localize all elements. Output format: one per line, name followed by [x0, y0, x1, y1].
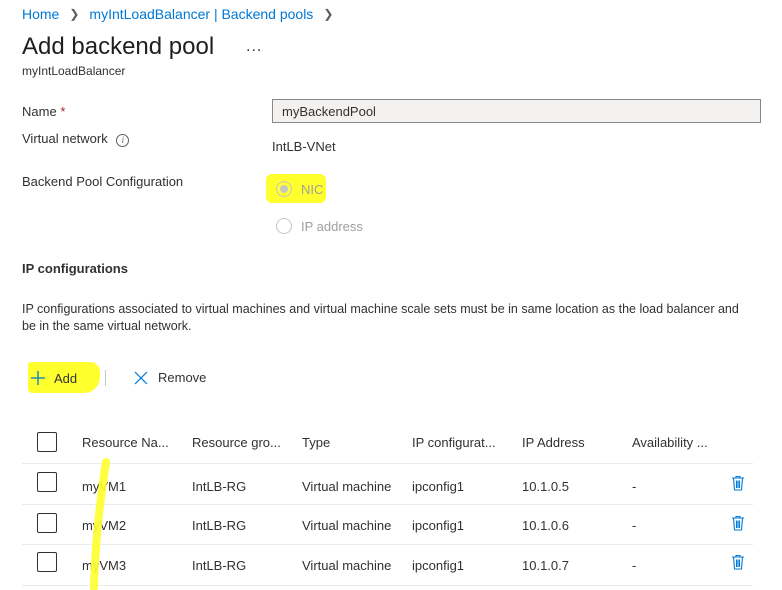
ip-configurations-title: IP configurations [22, 261, 128, 276]
radio-ip-address-button[interactable] [276, 218, 292, 234]
page-subtitle: myIntLoadBalancer [22, 64, 126, 78]
row-checkbox[interactable] [37, 472, 57, 492]
plus-icon [31, 371, 45, 385]
name-input[interactable] [272, 99, 761, 123]
cell-ip-configuration: ipconfig1 [412, 558, 465, 573]
table-row: myVM2 IntLB-RG Virtual machine ipconfig1… [22, 505, 753, 544]
name-label: Name * [22, 104, 65, 119]
toolbar-divider [105, 370, 106, 386]
cell-availability: - [632, 479, 637, 494]
chevron-right-icon: ❯ [69, 7, 80, 21]
add-button-label: Add [54, 370, 78, 386]
cell-ip-configuration: ipconfig1 [412, 518, 465, 533]
trash-icon[interactable] [731, 475, 745, 491]
remove-button[interactable]: Remove [134, 370, 206, 385]
required-mark: * [60, 104, 66, 119]
breadcrumb-parent-link[interactable]: myIntLoadBalancer | Backend pools [89, 6, 313, 22]
more-options-button[interactable]: ... [246, 38, 262, 56]
cell-availability: - [632, 518, 637, 533]
row-checkbox[interactable] [37, 513, 57, 533]
vnet-value: IntLB-VNet [272, 139, 336, 154]
highlighter-mark [90, 458, 110, 590]
cell-resource-group: IntLB-RG [192, 479, 247, 494]
cell-availability: - [632, 558, 637, 573]
cell-ip-configuration: ipconfig1 [412, 479, 465, 494]
column-header-ip-address[interactable]: IP Address [522, 435, 585, 450]
cell-ip-address: 10.1.0.5 [522, 479, 569, 494]
radio-ip-address[interactable]: IP address [276, 218, 363, 234]
table-row: myVM3 IntLB-RG Virtual machine ipconfig1… [22, 545, 753, 585]
cell-ip-address: 10.1.0.7 [522, 558, 569, 573]
breadcrumb-home-link[interactable]: Home [22, 6, 59, 22]
radio-nic[interactable]: NIC [276, 181, 323, 197]
close-icon [134, 371, 148, 384]
cell-type: Virtual machine [302, 518, 392, 533]
cell-ip-address: 10.1.0.6 [522, 518, 569, 533]
radio-nic-label: NIC [301, 181, 324, 197]
radio-ip-address-label: IP address [301, 218, 363, 234]
info-icon[interactable]: i [116, 134, 130, 147]
ip-configurations-description: IP configurations associated to virtual … [22, 302, 739, 333]
pool-config-label: Backend Pool Configuration [22, 174, 184, 189]
select-all-checkbox[interactable] [37, 432, 57, 452]
chevron-right-icon: ❯ [323, 7, 334, 21]
trash-icon[interactable] [731, 515, 745, 531]
column-header-resource-group[interactable]: Resource gro... [192, 435, 281, 450]
column-header-ip-configuration[interactable]: IP configurat... [412, 435, 496, 450]
trash-icon[interactable] [731, 554, 745, 570]
row-divider [22, 585, 753, 586]
cell-resource-group: IntLB-RG [192, 558, 247, 573]
table-row: myVM1 IntLB-RG Virtual machine ipconfig1… [22, 464, 753, 504]
cell-resource-group: IntLB-RG [192, 518, 247, 533]
vnet-label-text: Virtual network [22, 131, 108, 146]
column-header-availability[interactable]: Availability ... [632, 435, 708, 450]
row-checkbox[interactable] [37, 552, 57, 572]
vnet-label: Virtual network i [22, 131, 130, 147]
radio-nic-button[interactable] [276, 181, 292, 197]
name-label-text: Name [22, 104, 57, 119]
breadcrumb: Home ❯ myIntLoadBalancer | Backend pools… [22, 5, 343, 23]
add-button[interactable]: Add [30, 370, 77, 386]
page-title: Add backend pool [22, 33, 215, 60]
column-header-resource-name[interactable]: Resource Na... [82, 435, 169, 450]
cell-type: Virtual machine [302, 479, 392, 494]
column-header-type[interactable]: Type [302, 435, 330, 450]
remove-button-label: Remove [158, 370, 207, 385]
cell-type: Virtual machine [302, 558, 392, 573]
